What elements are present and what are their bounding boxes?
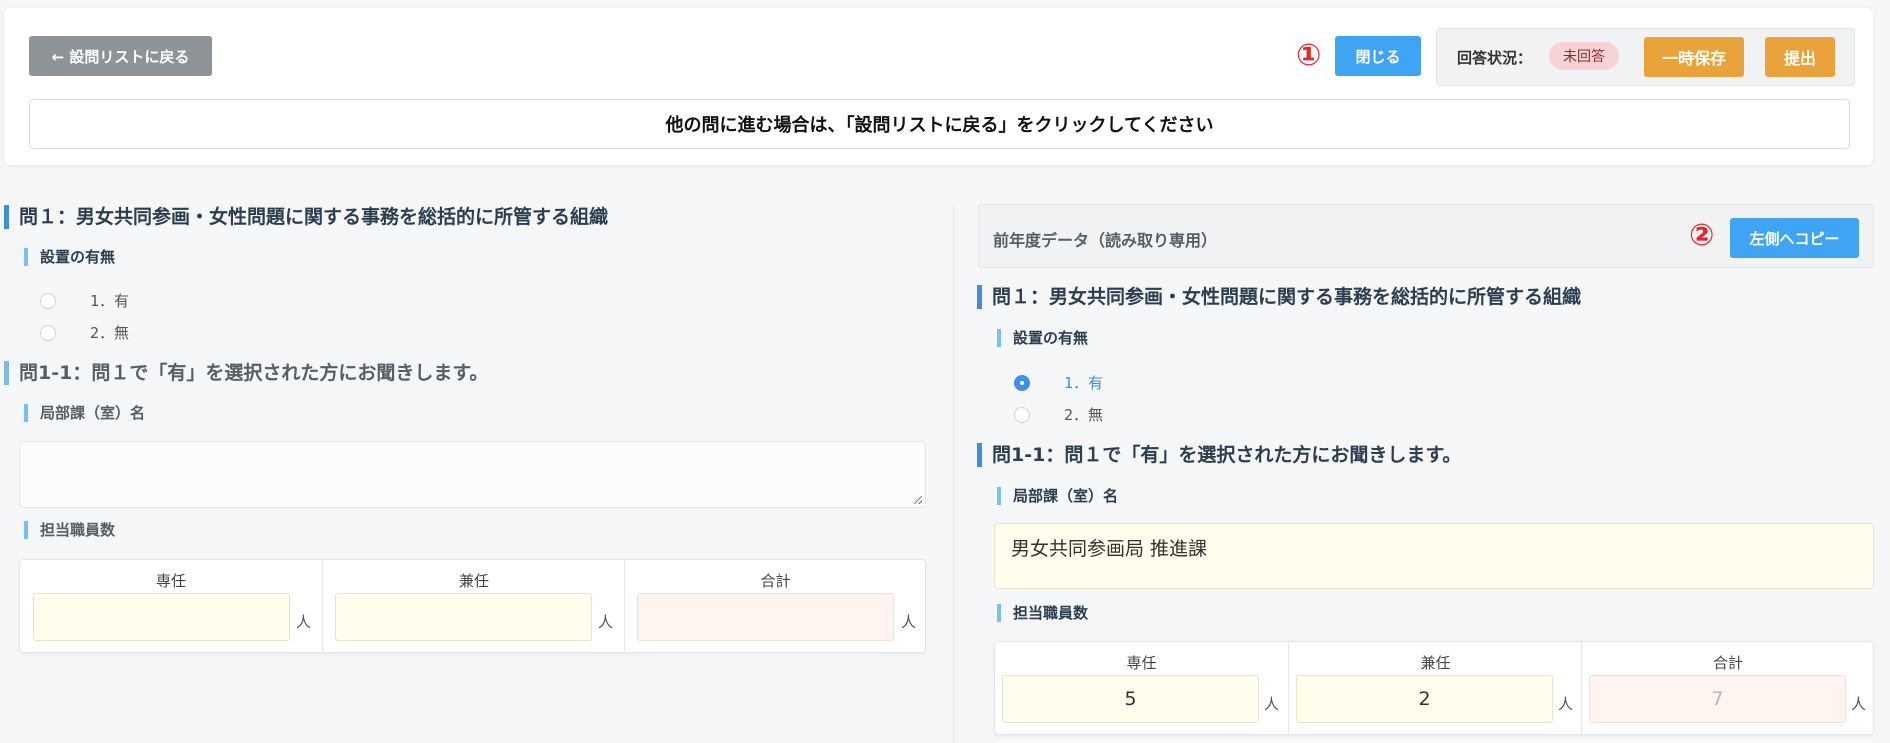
left-radio-option-2[interactable]: 2．無 bbox=[40, 322, 129, 343]
left-dept-input[interactable] bbox=[19, 441, 926, 508]
copy-to-left-button[interactable]: 左側へコピー bbox=[1730, 218, 1859, 258]
left-dedicated-input[interactable] bbox=[33, 593, 290, 641]
radio-label: 1．有 bbox=[1064, 374, 1104, 392]
staff-header: 兼任 bbox=[458, 572, 489, 590]
back-to-list-button[interactable]: ← 設問リストに戻る bbox=[29, 36, 212, 76]
left-staff-col-total: 合計 人 bbox=[624, 560, 926, 652]
left-dept-label: 局部課（室）名 bbox=[24, 404, 145, 422]
right-radio-option-2: 2．無 bbox=[1014, 404, 1103, 425]
right-concurrent-value: 2 bbox=[1296, 675, 1553, 723]
right-total-value: 7 bbox=[1589, 675, 1846, 723]
column-divider bbox=[953, 205, 954, 743]
right-dept-readonly: 男女共同参画局 推進課 bbox=[994, 523, 1874, 589]
radio-label: 2．無 bbox=[90, 324, 130, 342]
status-label: 回答状況： bbox=[1457, 49, 1533, 67]
left-staff-table: 専任 人 兼任 人 合計 人 bbox=[19, 559, 926, 653]
radio-label: 1．有 bbox=[90, 292, 130, 310]
status-bar: 回答状況： 未回答 一時保存 提出 bbox=[1436, 28, 1855, 86]
temporary-save-button[interactable]: 一時保存 bbox=[1644, 37, 1744, 77]
left-q11-title: 問1-1：問１で「有」を選択された方にお聞きします。 bbox=[4, 361, 488, 385]
left-radio-option-1[interactable]: 1．有 bbox=[40, 290, 129, 311]
left-q1-title: 問１：男女共同参画・女性問題に関する事務を総括的に所管する組織 bbox=[4, 205, 608, 229]
status-badge: 未回答 bbox=[1549, 42, 1619, 70]
left-staff-col-dedicated: 専任 人 bbox=[20, 560, 322, 652]
annotation-marker-1: ① bbox=[1296, 38, 1322, 73]
radio-label: 2．無 bbox=[1064, 406, 1104, 424]
right-staff-col-total: 合計 7 人 bbox=[1581, 642, 1874, 734]
submit-button[interactable]: 提出 bbox=[1765, 37, 1835, 77]
annotation-marker-2: ② bbox=[1689, 218, 1715, 253]
unit-label: 人 bbox=[1558, 695, 1574, 713]
right-q1-title: 問１：男女共同参画・女性問題に関する事務を総括的に所管する組織 bbox=[977, 285, 1581, 309]
close-button[interactable]: 閉じる bbox=[1335, 36, 1421, 76]
unit-label: 人 bbox=[1851, 695, 1867, 713]
staff-header: 合計 bbox=[760, 572, 791, 590]
staff-header: 兼任 bbox=[1420, 654, 1451, 672]
previous-year-title: 前年度データ（読み取り専用） bbox=[993, 231, 1218, 250]
staff-header: 合計 bbox=[1712, 654, 1743, 672]
left-total-input bbox=[637, 593, 894, 641]
radio-button-checked bbox=[1014, 374, 1030, 391]
right-staff-col-dedicated: 専任 5 人 bbox=[995, 642, 1288, 734]
resize-grip-icon[interactable] bbox=[914, 496, 924, 506]
left-q1-sub-label: 設置の有無 bbox=[24, 248, 115, 266]
unit-label: 人 bbox=[901, 613, 917, 631]
left-concurrent-input[interactable] bbox=[335, 593, 592, 641]
right-dedicated-value: 5 bbox=[1002, 675, 1259, 723]
unit-label: 人 bbox=[1264, 695, 1280, 713]
staff-header: 専任 bbox=[155, 572, 186, 590]
staff-header: 専任 bbox=[1126, 654, 1157, 672]
unit-label: 人 bbox=[598, 613, 614, 631]
radio-button bbox=[1014, 406, 1030, 423]
right-dept-label: 局部課（室）名 bbox=[997, 487, 1118, 505]
left-staff-label: 担当職員数 bbox=[24, 521, 115, 539]
left-staff-col-concurrent: 兼任 人 bbox=[322, 560, 625, 652]
previous-year-header: 前年度データ（読み取り専用） ② 左側へコピー bbox=[978, 204, 1874, 268]
header-panel: ← 設問リストに戻る ① 閉じる 回答状況： 未回答 一時保存 提出 他の問に進… bbox=[4, 8, 1873, 165]
right-q11-title: 問1-1：問１で「有」を選択された方にお聞きします。 bbox=[977, 443, 1461, 467]
right-staff-col-concurrent: 兼任 2 人 bbox=[1288, 642, 1582, 734]
radio-button[interactable] bbox=[40, 292, 56, 309]
right-staff-label: 担当職員数 bbox=[997, 604, 1088, 622]
navigation-notice: 他の問に進む場合は、「設問リストに戻る」をクリックしてください bbox=[29, 99, 1850, 149]
right-q1-sub-label: 設置の有無 bbox=[997, 329, 1088, 347]
unit-label: 人 bbox=[296, 613, 312, 631]
radio-button[interactable] bbox=[40, 324, 56, 341]
right-staff-table: 専任 5 人 兼任 2 人 合計 7 人 bbox=[994, 641, 1874, 735]
right-radio-option-1: 1．有 bbox=[1014, 372, 1103, 393]
